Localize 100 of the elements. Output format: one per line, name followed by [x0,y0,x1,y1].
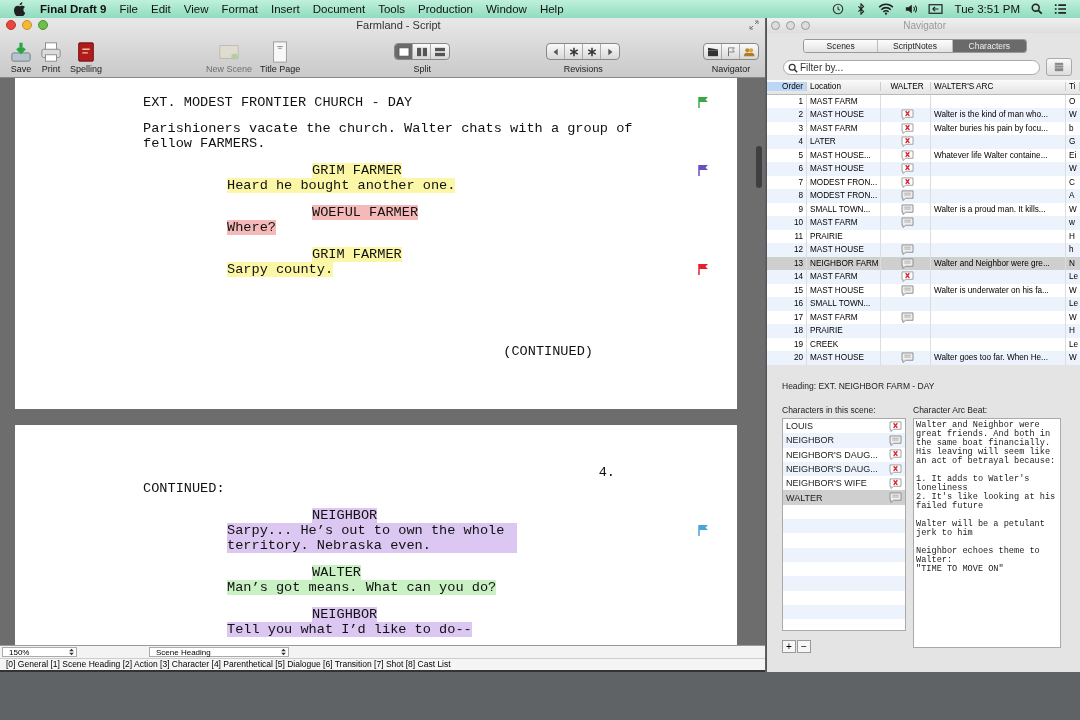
app-menu[interactable]: Final Draft 9 [40,3,107,15]
search-icon[interactable] [1031,3,1043,15]
character-name: NEIGHBOR [312,508,378,523]
character-item[interactable]: NEIGHBOR'S WIFE [783,476,905,491]
menu-item[interactable]: Tools [378,3,405,15]
table-row[interactable]: 8 MODEST FRON... A [767,189,1080,203]
action-text: Parishioners vacate the church. Walter chats with a group of fellow FARMERS. [143,121,634,151]
table-row[interactable]: 4 LATER G [767,135,1080,149]
print-button[interactable]: Print [36,41,66,74]
clock-icon[interactable] [831,3,844,15]
close-button[interactable] [6,20,16,30]
wifi-icon[interactable] [877,3,894,15]
apple-icon[interactable] [14,2,26,16]
element-dropdown[interactable]: Scene Heading [149,647,289,657]
book-icon [75,41,97,63]
zoom-button[interactable] [38,20,48,30]
table-cell: Walter goes too far. When He... [934,353,1048,363]
view-tab[interactable]: Characters [952,40,1026,52]
character-item[interactable]: NEIGHBOR [783,433,905,448]
table-cell: 14 [767,270,807,284]
table-cell: 16 [767,297,807,311]
arc-beat-field[interactable]: Walter and Neighbor were great friends. And both in the same boat financially. His leaving will seem like an act of betrayal because: 1. It adds to Watler's loneliness 2. It's like looking at his failed future Walter will be a petulant jerk to him Neighbor echoes theme to Walter: "TIME TO MOVE ON" [913,418,1061,648]
table-row[interactable]: 12 MAST HOUSE h [767,243,1080,257]
character-item[interactable]: NEIGHBOR'S DAUG... [783,461,905,477]
character-item[interactable]: LOUIS [783,419,905,434]
volume-icon[interactable] [904,3,917,15]
speech-bubble-icon [900,244,914,256]
column-header[interactable]: Location [807,82,881,92]
columns-button[interactable] [1046,58,1072,76]
menu-item[interactable]: Document [312,3,366,15]
clapperboard-icon [706,46,719,57]
list-icon[interactable] [1054,3,1066,15]
column-header[interactable]: Order [767,82,807,92]
table-row[interactable]: 2 MAST HOUSE Walter is the kind of man who... W [767,108,1080,122]
speech-bubble-icon [900,311,914,323]
menu-item[interactable]: Insert [270,3,300,15]
scrollbar-thumb[interactable] [756,146,762,188]
table-cell: 8 [767,189,807,203]
flag-icon[interactable] [697,164,709,176]
menu-item[interactable]: Edit [151,3,171,15]
add-button[interactable]: + [782,640,796,653]
x-bubble-icon [889,477,902,489]
remove-button[interactable]: − [797,640,811,653]
table-row[interactable]: 6 MAST HOUSE W [767,162,1080,176]
dialogue-text: Where? [227,220,276,235]
column-header[interactable]: WALTER'S ARC [931,82,1066,92]
fullscreen-icon[interactable] [749,20,759,30]
table-cell: SMALL TOWN... [807,297,881,311]
single-pane-icon [397,46,410,57]
zoom-dropdown[interactable]: 150% [2,647,77,657]
table-cell: PRAIRIE [807,324,881,338]
rows-icon [434,46,447,57]
menubar-clock[interactable]: Tue 3:51 PM [954,3,1020,15]
menu-item[interactable]: View [183,3,209,15]
menu-item[interactable]: Format [221,3,258,15]
table-row[interactable]: 16 SMALL TOWN... Le [767,297,1080,311]
view-tab[interactable]: ScriptNotes [878,40,953,52]
display-icon[interactable] [927,3,944,15]
continued-heading: CONTINUED: [143,481,225,496]
table-cell: 12 [767,243,807,257]
column-header[interactable]: WALTER [881,82,931,92]
x-bubble-icon [889,420,902,432]
table-cell-text: W [1068,109,1078,122]
tray-arrow-icon [10,41,32,63]
menu-item[interactable]: Help [539,3,564,15]
title-page-button[interactable]: Title Page [256,41,305,74]
table-row[interactable]: 20 MAST HOUSE Walter goes too far. When He... W [767,351,1080,365]
save-button[interactable]: Save [6,41,36,74]
flag-icon[interactable] [697,524,709,536]
menu-item[interactable]: Production [418,3,473,15]
characters-label: Characters in this scene: [782,405,877,415]
table-cell-text: W [1068,284,1078,297]
split-view-button[interactable] [395,44,414,59]
table-row[interactable]: 18 PRAIRIE H [767,324,1080,338]
flag-icon[interactable] [697,96,709,108]
table-cell-text: H [1068,325,1076,338]
view-tab[interactable]: Scenes [804,40,879,52]
arc-beat-label: Character Arc Beat: [913,405,989,415]
table-cell: 6 [767,162,807,176]
speech-bubble-icon [889,434,902,446]
dialogue-text: Sarpy... He’s out to own the whole territory. Nebraska even. [227,523,517,553]
table-row[interactable]: 10 MAST FARM w [767,216,1080,230]
scene-heading: EXT. MODEST FRONTIER CHURCH - DAY [143,95,413,110]
table-row[interactable]: 14 MAST FARM Le [767,270,1080,284]
menu-item[interactable]: File [119,3,138,15]
table-cell: Walter buries his pain by focu... [934,123,1048,133]
filter-field[interactable]: Filter by... [783,59,1040,75]
character-item[interactable]: NEIGHBOR'S DAUG... [783,447,905,462]
character-item[interactable]: WALTER [783,490,905,505]
flag-icon[interactable] [697,263,709,275]
column-header[interactable]: Ti [1066,82,1080,92]
character-name: NEIGHBOR [312,607,378,622]
x-bubble-icon [900,176,914,188]
menu-item[interactable]: Window [486,3,527,15]
table-cell: Walter and Neighbor were gre... [934,258,1050,268]
spelling-button[interactable]: Spelling [66,41,107,74]
table-cell-text: h [1068,244,1075,257]
table-cell-text: Ei [1068,149,1078,162]
table-cell: Whatever life Walter containe... [934,150,1048,160]
asterisk-icon [567,46,580,57]
